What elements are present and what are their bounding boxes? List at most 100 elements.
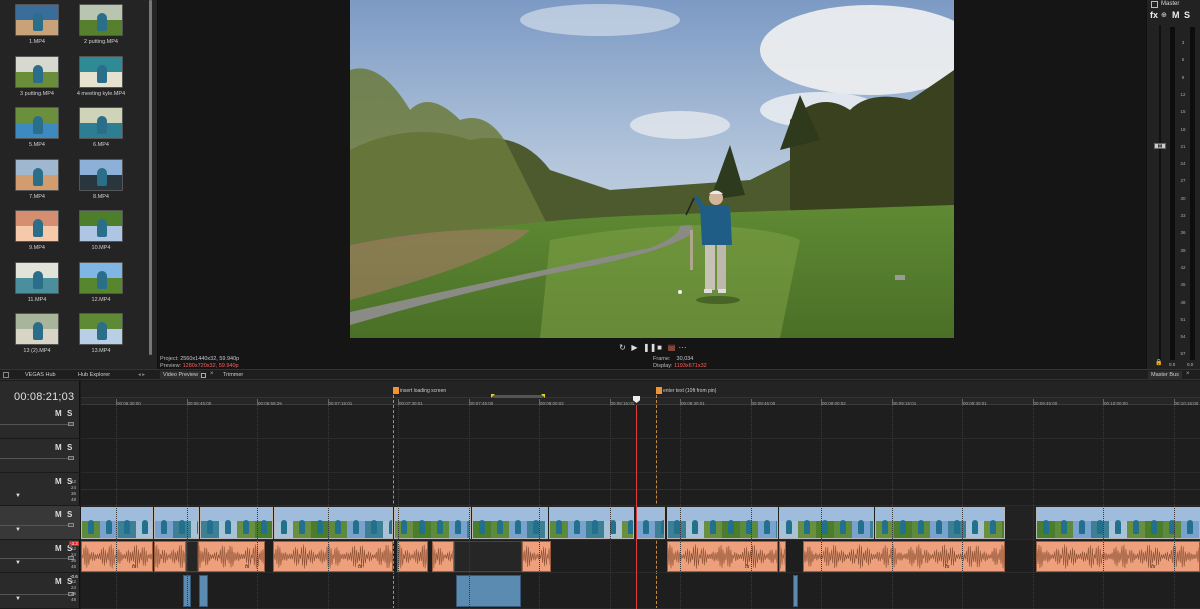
mixer-icon[interactable]: ▤ [667,343,676,352]
audio-clip[interactable]: fx [81,541,153,572]
tab-vegas-hub[interactable]: VEGAS Hub [22,371,59,380]
track-header[interactable]: M S 12 24 36 48 -0.6 ▼ [0,573,80,609]
master-fx-button[interactable]: fx [1150,10,1158,20]
tab-restore-icon[interactable] [201,373,206,378]
media-thumbnail[interactable] [15,55,59,88]
video-clip[interactable] [472,507,548,539]
video-clip[interactable] [875,507,1005,539]
overlay-audio-clip[interactable] [793,575,798,607]
track-header[interactable]: MS [0,439,80,473]
tab-video-preview[interactable]: Video Preview [160,371,202,380]
tab-close-icon[interactable]: × [210,371,214,377]
video-clip[interactable] [549,507,634,539]
media-thumbnail[interactable] [79,4,123,36]
track-mute-button[interactable]: M [55,477,62,486]
track-header[interactable]: MS [0,405,80,439]
track-mute-button[interactable]: M [55,577,62,586]
media-thumbnail[interactable] [15,313,59,345]
track-dropdown-icon[interactable]: ▼ [15,493,21,499]
audio-fx-icon[interactable]: fx [245,564,249,570]
track-solo-button[interactable]: S [67,443,72,452]
video-clip[interactable] [636,507,665,539]
media-thumbnail[interactable] [15,107,59,139]
tab-hub-explorer[interactable]: Hub Explorer [75,371,113,380]
track-mute-button[interactable]: M [55,409,62,418]
track-mute-button[interactable]: M [55,443,62,452]
media-thumbnail[interactable] [79,55,123,88]
media-thumbnail[interactable] [15,261,59,294]
stop-icon[interactable]: ■ [655,343,664,352]
audio-fx-icon[interactable]: fx [945,564,949,570]
audio-clip[interactable]: fx [667,541,778,572]
pause-icon[interactable]: ❚❚ [643,343,656,352]
tab-master-bus[interactable]: Master Bus [1148,371,1182,380]
video-clip[interactable] [667,507,778,539]
audio-fx-icon[interactable]: fx [745,564,749,570]
track-dropdown-icon[interactable]: ▼ [15,527,21,533]
audio-fx-icon[interactable]: fx [358,564,362,570]
track-solo-button[interactable]: S [67,510,72,519]
audio-clip[interactable] [397,541,428,572]
video-clip[interactable] [1036,507,1200,539]
loop-icon[interactable]: ↻ [618,343,627,352]
timeline-area[interactable]: 00:06:30:00 00:06:45:00 00:06:59:29 00:07:1… [81,381,1200,609]
media-thumbnail[interactable] [79,313,123,345]
video-clip[interactable] [274,507,393,539]
track-slider[interactable] [0,594,68,595]
media-thumbnail[interactable] [15,4,59,36]
media-thumbnail[interactable] [15,210,59,242]
track-dropdown-icon[interactable]: ▼ [15,560,21,566]
loop-region-bar[interactable] [493,395,543,398]
master-mute-button[interactable]: M [1172,10,1180,20]
audio-clip[interactable]: fx [1036,541,1200,572]
track-solo-button[interactable]: S [67,409,72,418]
master-automation-icon[interactable]: ⊕ [1161,11,1167,19]
marker-flag-2[interactable] [656,387,662,394]
video-clip[interactable] [394,507,471,539]
marker-label-1[interactable]: insert loading screen [400,388,446,394]
audio-clip[interactable]: fx [273,541,393,572]
track-slider-handle[interactable] [68,456,74,460]
track-header[interactable]: M S ▼ [0,506,80,540]
audio-clip[interactable]: fx [803,541,1005,572]
track-slider[interactable] [0,525,68,526]
overlay-audio-clip[interactable] [199,575,208,607]
track-dropdown-icon[interactable]: ▼ [15,596,21,602]
master-solo-button[interactable]: S [1184,10,1190,20]
audio-clip[interactable] [779,541,786,572]
overlay-audio-clip[interactable] [456,575,521,607]
audio-fx-icon[interactable]: fx [132,564,136,570]
track-slider-handle[interactable] [68,422,74,426]
playhead-line[interactable] [636,405,637,609]
audio-gap-clip[interactable] [454,541,522,572]
audio-gap-clip[interactable] [186,541,198,572]
media-thumbnail[interactable] [79,158,123,191]
media-thumbnail[interactable] [79,261,123,294]
media-thumbnail[interactable] [79,210,123,242]
bin-scrollbar[interactable] [149,0,152,355]
tab-trimmer[interactable]: Trimmer [220,371,246,380]
dock-icon[interactable] [3,372,9,378]
audio-fx-icon[interactable]: fx [1151,564,1155,570]
track-mute-button[interactable]: M [55,544,62,553]
marker-label-2[interactable]: enter text (10ft from pin) [663,388,716,394]
play-icon[interactable]: ▶ [630,343,639,352]
audio-clip[interactable]: fx [198,541,265,572]
master-tab-close-icon[interactable]: × [1186,371,1190,377]
audio-clip[interactable] [432,541,454,572]
audio-clip[interactable] [154,541,186,572]
track-slider[interactable] [0,558,68,559]
track-mute-button[interactable]: M [55,510,62,519]
track-slider-handle[interactable] [68,523,74,527]
marker-bar[interactable] [81,381,1200,398]
track-header[interactable]: M S 12 24 36 48 ▼ [0,473,80,506]
media-thumbnail[interactable] [15,158,59,191]
tab-scroll-arrows[interactable]: ◂ ▸ [135,371,148,380]
video-clip[interactable] [779,507,874,539]
project-media-bin[interactable]: 1.MP4 2 putting.MP4 3 putting.MP4 4 meeting… [0,0,158,369]
master-lock-icon[interactable]: 🔒 [1155,359,1162,366]
more-options-icon[interactable]: ··· [678,343,687,352]
track-slider[interactable] [0,458,68,459]
track-slider[interactable] [0,424,68,425]
marker-flag-1[interactable] [393,387,399,394]
